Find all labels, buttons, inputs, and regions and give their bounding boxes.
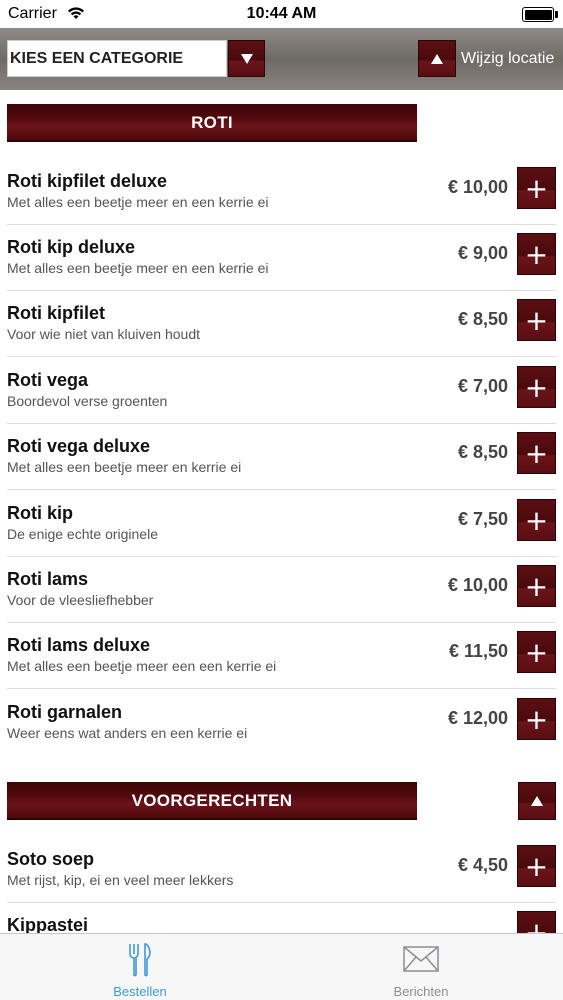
plus-icon: + <box>524 238 549 271</box>
list-item: Roti vega Boordevol verse groenten € 7,0… <box>7 358 556 424</box>
tab-berichten[interactable]: Berichten <box>351 934 491 1000</box>
section-header-roti[interactable]: ROTI <box>7 104 417 142</box>
item-name: Roti lams <box>7 569 89 589</box>
plus-icon: + <box>524 504 549 537</box>
item-price: € 10,00 <box>447 575 508 595</box>
item-description: Met rijst, kip, ei en veel meer lekkers <box>7 872 234 888</box>
menu-list[interactable]: ROTI Roti kipfilet deluxe Met alles een … <box>0 90 563 933</box>
item-name: Kippastei <box>7 915 89 933</box>
plus-icon: + <box>524 304 549 337</box>
plus-icon: + <box>524 570 549 603</box>
plus-icon: + <box>524 850 549 883</box>
tab-bestellen[interactable]: Bestellen <box>70 934 210 1000</box>
item-name: Roti kipfilet deluxe <box>7 171 168 191</box>
add-item-button[interactable]: + <box>517 845 556 887</box>
item-name: Roti vega <box>7 370 89 390</box>
add-item-button[interactable]: + <box>517 233 556 275</box>
change-location-label[interactable]: Wijzig locatie <box>461 50 554 68</box>
tab-label: Berichten <box>393 984 449 999</box>
plus-icon: + <box>524 437 549 470</box>
add-item-button[interactable]: + <box>517 698 556 740</box>
list-item: Roti kipfilet deluxe Met alles een beetj… <box>7 159 556 225</box>
triangle-down-icon <box>240 53 253 64</box>
tab-label: Bestellen <box>113 984 167 999</box>
item-description: Met alles een beetje meer en een kerrie … <box>7 194 269 210</box>
clock-label: 10:44 AM <box>246 5 317 22</box>
list-item: Roti garnalen Weer eens wat anders en ee… <box>7 690 556 756</box>
list-item: Roti kip deluxe Met alles een beetje mee… <box>7 225 556 291</box>
list-item: Kippastei + <box>7 903 556 933</box>
list-item: Roti lams Voor de vleesliefhebber € 10,0… <box>7 557 556 623</box>
item-name: Roti vega deluxe <box>7 436 151 456</box>
item-price: € 8,50 <box>457 309 508 329</box>
add-item-button[interactable]: + <box>517 167 556 209</box>
list-item: Roti kipfilet Voor wie niet van kluiven … <box>7 291 556 357</box>
section-header-voorgerechten[interactable]: VOORGERECHTEN <box>7 782 417 820</box>
plus-icon: + <box>524 636 549 669</box>
item-description: Met alles een beetje meer een een kerrie… <box>7 658 277 674</box>
item-price: € 11,50 <box>448 641 508 661</box>
add-item-button[interactable]: + <box>517 911 556 933</box>
item-description: Weer eens wat anders en een kerrie ei <box>7 725 248 741</box>
add-item-button[interactable]: + <box>517 432 556 474</box>
item-price: € 9,00 <box>457 243 508 263</box>
item-name: Roti kipfilet <box>7 303 105 323</box>
header-bar: KIES EEN CATEGORIE Wijzig locatie <box>0 28 563 90</box>
add-item-button[interactable]: + <box>517 366 556 408</box>
battery-tip <box>555 11 558 18</box>
status-bar: Carrier 10:44 AM <box>0 0 563 28</box>
item-name: Soto soep <box>7 849 95 869</box>
list-item: Roti kip De enige echte originele € 7,50… <box>7 491 556 557</box>
plus-icon: + <box>524 916 549 934</box>
item-description: Voor wie niet van kluiven houdt <box>7 326 201 342</box>
plus-icon: + <box>524 371 549 404</box>
item-name: Roti kip <box>7 503 73 523</box>
triangle-up-icon <box>431 53 443 64</box>
change-location-button[interactable] <box>418 40 456 77</box>
list-item: Roti vega deluxe Met alles een beetje me… <box>7 424 556 490</box>
tab-bar: Bestellen Berichten <box>0 933 563 1000</box>
envelope-icon <box>403 946 439 977</box>
triangle-up-icon <box>531 796 543 806</box>
item-description: Met alles een beetje meer en een kerrie … <box>7 260 269 276</box>
item-description: Voor de vleesliefhebber <box>7 592 154 608</box>
battery-icon <box>522 7 554 22</box>
item-name: Roti lams deluxe <box>7 635 151 655</box>
item-price: € 12,00 <box>447 708 508 728</box>
list-item: Roti lams deluxe Met alles een beetje me… <box>7 623 556 689</box>
item-price: € 10,00 <box>447 177 508 197</box>
plus-icon: + <box>524 172 549 205</box>
add-item-button[interactable]: + <box>517 631 556 673</box>
add-item-button[interactable]: + <box>517 499 556 541</box>
item-price: € 7,50 <box>457 509 508 529</box>
category-select[interactable]: KIES EEN CATEGORIE <box>7 40 227 77</box>
category-dropdown-button[interactable] <box>228 40 265 77</box>
item-name: Roti kip deluxe <box>7 237 136 257</box>
list-item: Soto soep Met rijst, kip, ei en veel mee… <box>7 837 556 903</box>
plus-icon: + <box>524 703 549 736</box>
fork-knife-icon <box>127 942 153 983</box>
item-description: De enige echte originele <box>7 526 158 542</box>
item-price: € 4,50 <box>457 855 508 875</box>
add-item-button[interactable]: + <box>517 299 556 341</box>
collapse-section-button[interactable] <box>518 782 556 820</box>
item-description: Boordevol verse groenten <box>7 393 168 409</box>
item-price: € 7,00 <box>457 376 508 396</box>
add-item-button[interactable]: + <box>517 565 556 607</box>
item-description: Met alles een beetje meer en kerrie ei <box>7 459 242 475</box>
item-price: € 8,50 <box>457 442 508 462</box>
item-name: Roti garnalen <box>7 702 123 722</box>
